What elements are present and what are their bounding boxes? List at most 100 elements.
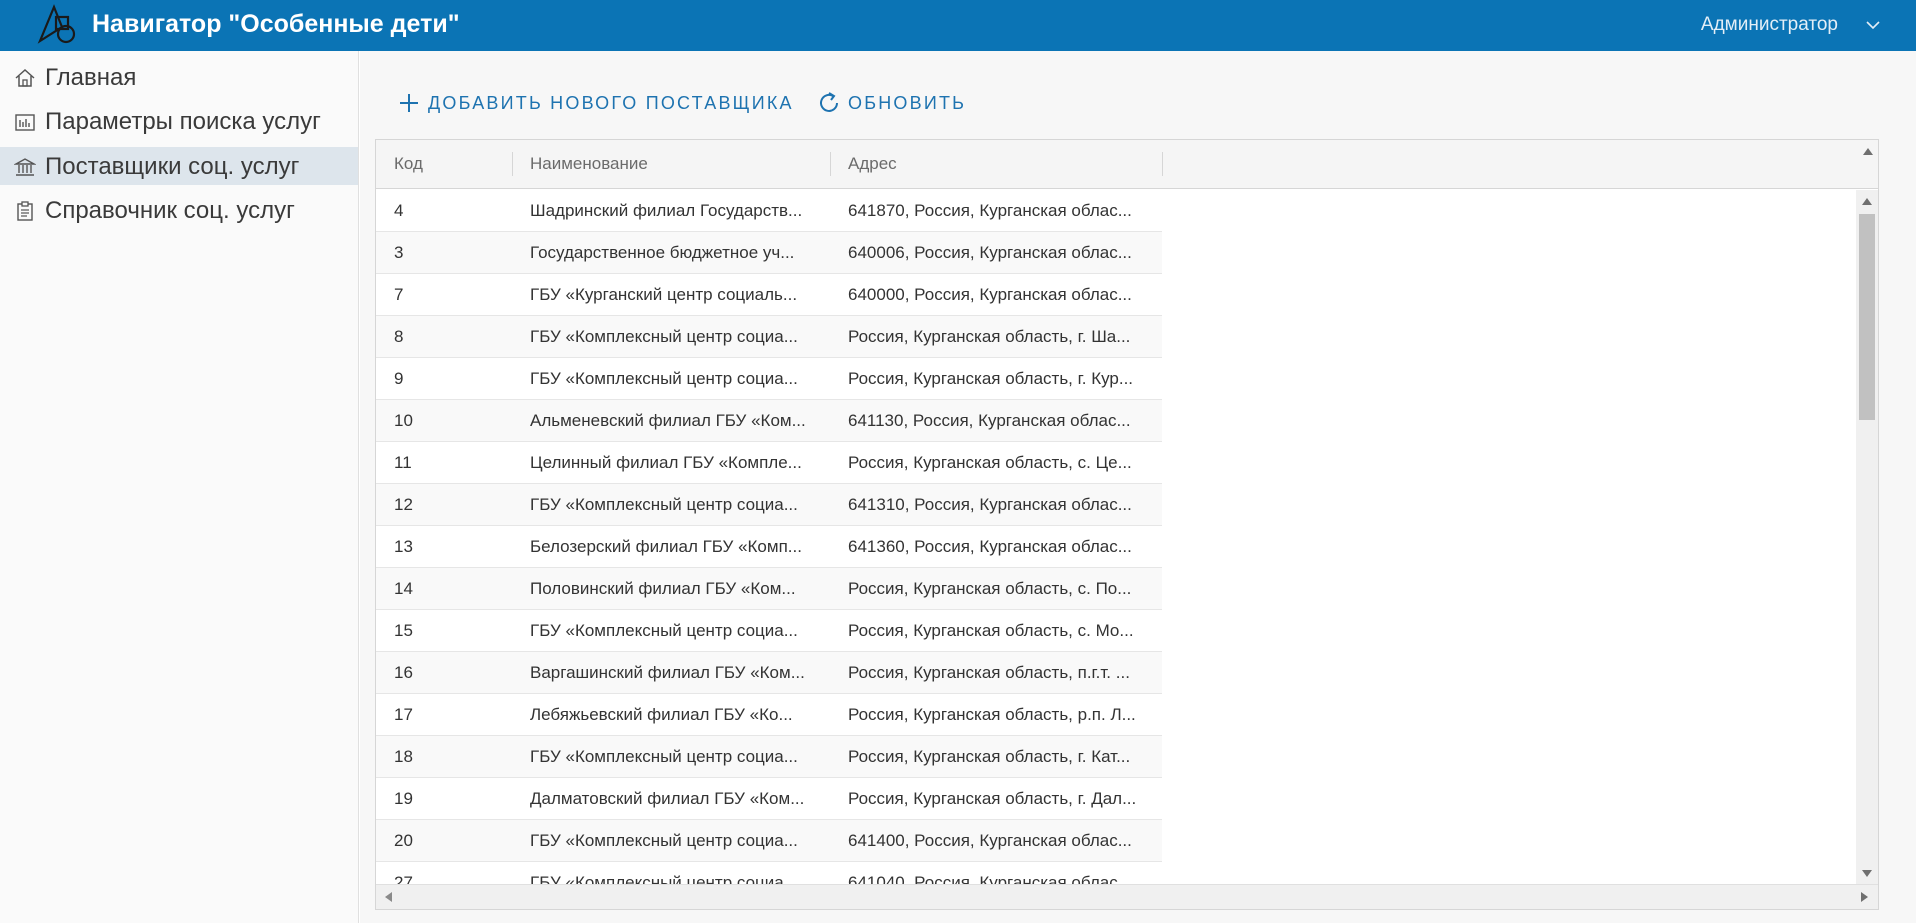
- providers-table: Код Наименование Адрес 4 Шадринский филиа…: [375, 139, 1879, 910]
- sidebar-item-label: Параметры поиска услуг: [45, 108, 321, 135]
- table-row[interactable]: 14 Половинский филиал ГБУ «Ком... Россия, …: [376, 568, 1162, 610]
- cell-name: ГБУ «Курганский центр социаль...: [530, 285, 798, 304]
- cell-address: Россия, Курганская область, г. Дал...: [848, 789, 1137, 808]
- bank-icon: [14, 158, 36, 176]
- shapes-logo-icon: [37, 4, 76, 44]
- scroll-up-icon[interactable]: [1862, 198, 1872, 205]
- cell-address: 641040, Россия, Курганская облас...: [848, 873, 1132, 884]
- chart-icon: [15, 114, 35, 131]
- header-scroll-up-icon[interactable]: [1863, 148, 1873, 155]
- cell-name: Лебяжьевский филиал ГБУ «Ко...: [530, 705, 793, 724]
- cell-name: Половинский филиал ГБУ «Ком...: [530, 579, 796, 598]
- cell-code: 27: [394, 873, 413, 884]
- cell-address: Россия, Курганская область, г. Кур...: [848, 369, 1134, 388]
- cell-name: ГБУ «Комплексный центр социа...: [530, 495, 798, 514]
- column-header-address[interactable]: Адрес: [830, 140, 897, 188]
- cell-address: 641130, Россия, Курганская облас...: [848, 411, 1131, 430]
- cell-code: 14: [394, 579, 413, 598]
- plus-icon: [400, 94, 418, 112]
- sidebar-item-services-directory[interactable]: Справочник соц. услуг: [0, 191, 358, 229]
- cell-address: 641310, Россия, Курганская облас...: [848, 495, 1132, 514]
- cell-code: 3: [394, 243, 404, 262]
- cell-address: Россия, Курганская область, г. Кат...: [848, 747, 1131, 766]
- cell-name: ГБУ «Комплексный центр социа...: [530, 621, 798, 640]
- cell-name: Варгашинский филиал ГБУ «Ком...: [530, 663, 805, 682]
- scroll-right-icon[interactable]: [1861, 892, 1868, 902]
- clipboard-icon: [17, 201, 33, 221]
- chevron-down-icon[interactable]: [1864, 16, 1882, 34]
- cell-name: ГБУ «Комплексный центр социа...: [530, 327, 798, 346]
- table-row[interactable]: 16 Варгашинский филиал ГБУ «Ком... Россия,…: [376, 652, 1162, 694]
- cell-code: 18: [394, 747, 413, 766]
- table-row[interactable]: 8 ГБУ «Комплексный центр социа... Россия, …: [376, 316, 1162, 358]
- table-row[interactable]: 3 Государственное бюджетное уч... 640006, …: [376, 232, 1162, 274]
- cell-code: 15: [394, 621, 413, 640]
- table-row[interactable]: 19 Далматовский филиал ГБУ «Ком... Россия,…: [376, 778, 1162, 820]
- cell-name: Белозерский филиал ГБУ «Комп...: [530, 537, 802, 556]
- table-row[interactable]: 7 ГБУ «Курганский центр социаль... 640000,…: [376, 274, 1162, 316]
- scroll-left-icon[interactable]: [385, 892, 392, 902]
- cell-name: Государственное бюджетное уч...: [530, 243, 795, 262]
- sidebar-item-home[interactable]: Главная: [0, 58, 358, 96]
- cell-address: 640000, Россия, Курганская облас...: [848, 285, 1132, 304]
- column-separator[interactable]: [1162, 152, 1163, 176]
- table-row[interactable]: 4 Шадринский филиал Государств... 641870, …: [376, 190, 1162, 232]
- scroll-down-icon[interactable]: [1862, 870, 1872, 877]
- table-row[interactable]: 15 ГБУ «Комплексный центр социа... Россия,…: [376, 610, 1162, 652]
- table-row[interactable]: 18 ГБУ «Комплексный центр социа... Россия,…: [376, 736, 1162, 778]
- cell-name: Целинный филиал ГБУ «Компле...: [530, 453, 802, 472]
- cell-code: 20: [394, 831, 413, 850]
- cell-address: Россия, Курганская область, р.п. Л...: [848, 705, 1136, 724]
- sidebar: Главная Параметры поиска услуг Поставщик…: [0, 51, 359, 923]
- table-body: 4 Шадринский филиал Государств... 641870, …: [376, 190, 1856, 884]
- cell-code: 4: [394, 201, 404, 220]
- table-row[interactable]: 11 Целинный филиал ГБУ «Компле... Россия, …: [376, 442, 1162, 484]
- sidebar-item-search-params[interactable]: Параметры поиска услуг: [0, 102, 358, 140]
- table-header: Код Наименование Адрес: [376, 140, 1878, 189]
- refresh-button[interactable]: ОБНОВИТЬ: [816, 86, 966, 120]
- cell-name: Далматовский филиал ГБУ «Ком...: [530, 789, 805, 808]
- cell-code: 13: [394, 537, 413, 556]
- add-provider-label: ДОБАВИТЬ НОВОГО ПОСТАВЩИКА: [428, 92, 794, 113]
- column-header-code[interactable]: Код: [376, 140, 423, 188]
- table-row[interactable]: 20 ГБУ «Комплексный центр социа... 641400,…: [376, 820, 1162, 862]
- cell-address: 641400, Россия, Курганская облас...: [848, 831, 1132, 850]
- table-row[interactable]: 13 Белозерский филиал ГБУ «Комп... 641360,…: [376, 526, 1162, 568]
- table-row[interactable]: 10 Альменевский филиал ГБУ «Ком... 641130,…: [376, 400, 1162, 442]
- cell-code: 8: [394, 327, 404, 346]
- vertical-scrollbar[interactable]: [1856, 190, 1878, 884]
- sidebar-item-providers[interactable]: Поставщики соц. услуг: [0, 147, 358, 185]
- cell-address: 640006, Россия, Курганская облас...: [848, 243, 1132, 262]
- column-header-name[interactable]: Наименование: [512, 140, 648, 188]
- cell-code: 11: [394, 453, 412, 472]
- cell-code: 9: [394, 369, 404, 388]
- cell-address: Россия, Курганская область, с. Це...: [848, 453, 1132, 472]
- cell-code: 16: [394, 663, 413, 682]
- sidebar-item-label: Справочник соц. услуг: [45, 197, 295, 224]
- cell-name: ГБУ «Комплексный центр социа...: [530, 873, 798, 884]
- user-menu-name[interactable]: Администратор: [1701, 14, 1838, 36]
- cell-name: ГБУ «Комплексный центр социа...: [530, 369, 798, 388]
- app-title: Навигатор "Особенные дети": [92, 10, 460, 38]
- cell-address: Россия, Курганская область, с. По...: [848, 579, 1132, 598]
- cell-name: ГБУ «Комплексный центр социа...: [530, 747, 798, 766]
- top-app-bar: Навигатор "Особенные дети" Администратор: [0, 0, 1916, 51]
- cell-name: Шадринский филиал Государств...: [530, 201, 803, 220]
- table-row[interactable]: 17 Лебяжьевский филиал ГБУ «Ко... Россия, …: [376, 694, 1162, 736]
- cell-code: 12: [394, 495, 413, 514]
- table-row[interactable]: 12 ГБУ «Комплексный центр социа... 641310,…: [376, 484, 1162, 526]
- scrollbar-thumb[interactable]: [1859, 214, 1875, 420]
- cell-name: Альменевский филиал ГБУ «Ком...: [530, 411, 806, 430]
- cell-address: 641360, Россия, Курганская облас...: [848, 537, 1132, 556]
- cell-name: ГБУ «Комплексный центр социа...: [530, 831, 798, 850]
- cell-address: 641870, Россия, Курганская облас...: [848, 201, 1132, 220]
- cell-code: 19: [394, 789, 413, 808]
- horizontal-scrollbar[interactable]: [376, 884, 1878, 909]
- cell-code: 17: [394, 705, 413, 724]
- table-row[interactable]: 9 ГБУ «Комплексный центр социа... Россия, …: [376, 358, 1162, 400]
- table-row[interactable]: 27 ГБУ «Комплексный центр социа... 641040,…: [376, 862, 1162, 884]
- sidebar-item-label: Главная: [45, 64, 137, 91]
- refresh-label: ОБНОВИТЬ: [848, 92, 967, 113]
- sidebar-item-label: Поставщики соц. услуг: [45, 153, 300, 180]
- add-provider-button[interactable]: ДОБАВИТЬ НОВОГО ПОСТАВЩИКА: [396, 86, 794, 120]
